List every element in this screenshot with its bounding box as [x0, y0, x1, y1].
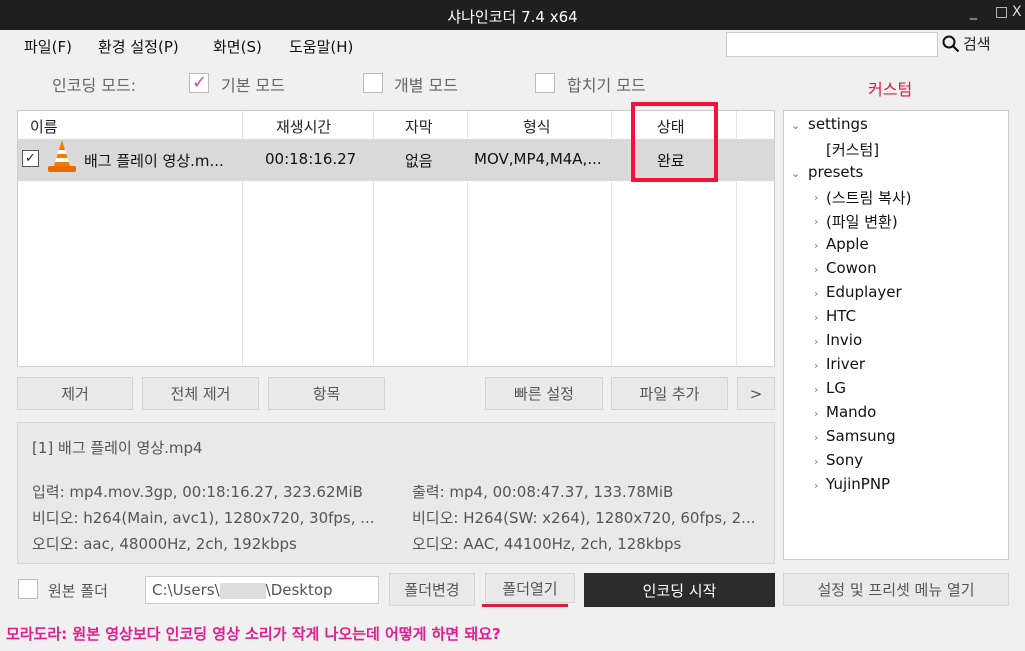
chevron-down-icon[interactable]: ⌄ [791, 167, 800, 180]
tree-preset-item[interactable]: YujinPNP [826, 475, 890, 493]
info-file-title: [1] 배그 플레이 영상.mp4 [32, 439, 203, 457]
open-folder-button[interactable]: 폴더열기 [485, 573, 575, 603]
merge-mode-checkbox[interactable] [535, 73, 555, 93]
chevron-right-icon[interactable]: › [814, 311, 818, 324]
chevron-right-icon[interactable]: › [814, 383, 818, 396]
tree-preset-item[interactable]: Apple [826, 235, 869, 253]
row-subtitle: 없음 [405, 152, 433, 170]
output-path-field[interactable]: C:\Users\ \Desktop [145, 576, 379, 604]
tree-presets[interactable]: presets [808, 163, 863, 181]
info-input-video: 비디오: h264(Main, avc1), 1280x720, 30fps, … [32, 509, 375, 527]
chevron-right-icon[interactable]: › [814, 287, 818, 300]
tree-preset-item[interactable]: Samsung [826, 427, 896, 445]
tree-preset-item[interactable]: (스트림 복사) [826, 187, 911, 208]
menu-help[interactable]: 도움말(H) [289, 36, 353, 57]
individual-mode-label: 개별 모드 [394, 76, 458, 95]
menu-file[interactable]: 파일(F) [24, 36, 72, 57]
tree-preset-item[interactable]: LG [826, 379, 846, 397]
merge-mode-label: 합치기 모드 [567, 76, 646, 95]
column-header-format[interactable]: 형식 [523, 116, 551, 137]
start-encoding-button[interactable]: 인코딩 시작 [584, 573, 775, 607]
minimize-button[interactable]: _ [970, 4, 977, 20]
chevron-right-icon[interactable]: › [814, 191, 818, 204]
column-header-subtitle[interactable]: 자막 [405, 116, 433, 137]
row-file-name: 배그 플레이 영상.m... [84, 152, 224, 170]
title-bar: 샤나인코더 7.4 x64 _ □ X [0, 0, 1025, 30]
chevron-right-icon[interactable]: › [814, 215, 818, 228]
menu-preferences[interactable]: 환경 설정(P) [98, 36, 179, 57]
open-folder-underline [482, 604, 568, 607]
quick-settings-button[interactable]: 빠른 설정 [485, 377, 603, 410]
original-folder-checkbox[interactable] [18, 579, 38, 599]
status-highlight-box [631, 102, 718, 182]
tree-preset-item[interactable]: Sony [826, 451, 863, 469]
remove-all-button[interactable]: 전체 제거 [142, 377, 259, 410]
basic-mode-checkbox[interactable] [189, 72, 209, 93]
original-folder-label: 원본 폴더 [48, 582, 108, 600]
preset-tree[interactable]: ⌄ settings [커스텀] ⌄ presets › (스트림 복사) › (파일… [783, 110, 1009, 560]
change-folder-button[interactable]: 폴더변경 [389, 573, 475, 606]
row-checkbox[interactable]: ✓ [22, 150, 39, 167]
column-header-duration[interactable]: 재생시간 [276, 116, 331, 137]
row-format: MOV,MP4,M4A,... [474, 150, 602, 168]
window-title: 샤나인코더 7.4 x64 [447, 8, 578, 26]
chevron-right-icon[interactable]: › [814, 239, 818, 252]
chevron-right-icon[interactable]: › [814, 455, 818, 468]
remove-button[interactable]: 제거 [17, 377, 133, 410]
vlc-cone-icon [48, 140, 76, 172]
chevron-right-icon[interactable]: › [814, 263, 818, 276]
info-input: 입력: mp4.mov.3gp, 00:18:16.27, 323.62MiB [32, 483, 363, 501]
maximize-button[interactable]: □ [995, 4, 1008, 20]
chevron-right-icon[interactable]: › [814, 479, 818, 492]
search-input[interactable] [726, 32, 938, 57]
close-button[interactable]: X [1012, 4, 1022, 20]
redacted-username [219, 582, 266, 599]
chevron-right-icon[interactable]: › [814, 431, 818, 444]
file-info-panel: [1] 배그 플레이 영상.mp4 입력: mp4.mov.3gp, 00:18… [17, 422, 775, 564]
chevron-right-icon[interactable]: › [814, 359, 818, 372]
search-label: 검색 [963, 35, 991, 53]
info-input-audio: 오디오: aac, 48000Hz, 2ch, 192kbps [32, 535, 297, 553]
info-output: 출력: mp4, 00:08:47.37, 133.78MiB [412, 483, 674, 501]
more-button[interactable]: > [737, 377, 775, 410]
individual-mode-checkbox[interactable] [363, 73, 383, 93]
tree-preset-item[interactable]: HTC [826, 307, 856, 325]
search-button[interactable]: 검색 [942, 33, 991, 54]
chevron-right-icon[interactable]: › [814, 335, 818, 348]
tree-settings-custom[interactable]: [커스텀] [826, 139, 879, 160]
tree-preset-item[interactable]: Cowon [826, 259, 877, 277]
row-duration: 00:18:16.27 [265, 150, 357, 168]
column-header-name[interactable]: 이름 [30, 116, 58, 137]
tree-preset-item[interactable]: Invio [826, 331, 862, 349]
custom-mode-label[interactable]: 커스텀 [868, 76, 912, 100]
tree-settings[interactable]: settings [808, 115, 868, 133]
chevron-right-icon[interactable]: › [814, 407, 818, 420]
search-icon [942, 35, 960, 52]
basic-mode-label: 기본 모드 [221, 76, 285, 95]
chevron-down-icon[interactable]: ⌄ [791, 119, 800, 132]
encoding-mode-label: 인코딩 모드: [52, 76, 137, 95]
tree-preset-item[interactable]: Iriver [826, 355, 865, 373]
add-file-button[interactable]: 파일 추가 [611, 377, 728, 410]
info-output-video: 비디오: H264(SW: x264), 1280x720, 60fps, 2.… [412, 509, 756, 527]
tree-preset-item[interactable]: Eduplayer [826, 283, 902, 301]
tree-preset-item[interactable]: Mando [826, 403, 876, 421]
tree-preset-item[interactable]: (파일 변환) [826, 211, 898, 232]
menu-view[interactable]: 화면(S) [213, 36, 262, 57]
info-output-audio: 오디오: AAC, 44100Hz, 2ch, 128kbps [412, 535, 682, 553]
item-button[interactable]: 항목 [268, 377, 385, 410]
footer-question[interactable]: 모라도라: 원본 영상보다 인코딩 영상 소리가 작게 나오는데 어떻게 하면 … [6, 623, 501, 644]
open-settings-menu-button[interactable]: 설정 및 프리셋 메뉴 열기 [783, 573, 1009, 606]
